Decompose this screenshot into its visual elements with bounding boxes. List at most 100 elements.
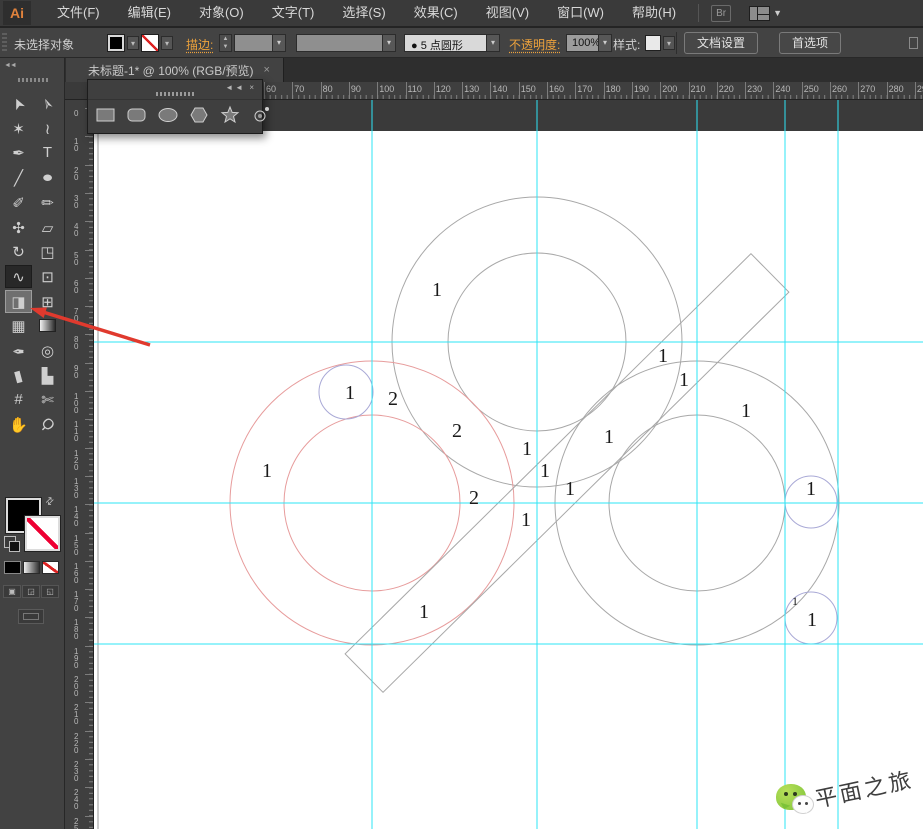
style-label: 样式: — [613, 38, 641, 52]
screen-mode-button[interactable] — [18, 609, 44, 624]
opacity-select[interactable]: 100% ▾ — [566, 34, 612, 52]
chevron-down-icon[interactable]: ▾ — [598, 35, 611, 51]
width-tool[interactable]: ∿ — [5, 265, 32, 288]
brush-select[interactable]: ● 5 点圆形 ▾ — [404, 34, 500, 52]
chevron-down-icon[interactable]: ▾ — [486, 35, 499, 51]
blend-tool[interactable]: ◎ — [34, 339, 61, 362]
blob-brush-tool[interactable]: ✣ — [5, 216, 32, 239]
line-segment-tool[interactable]: ╱ — [5, 166, 32, 189]
pen-tool[interactable]: ✒ — [5, 141, 32, 164]
chevron-down-icon[interactable]: ▾ — [272, 35, 285, 51]
style-swatch[interactable] — [645, 35, 661, 51]
ruler-tick — [264, 82, 265, 99]
shape-builder-tool[interactable]: ◨ — [5, 290, 32, 313]
draw-inside-button[interactable]: ◱ — [41, 585, 59, 598]
panel-drag-handle[interactable] — [156, 92, 194, 96]
flare-tool[interactable] — [250, 105, 272, 125]
menu-item-3[interactable]: 文字(T) — [258, 0, 329, 26]
selection-status: 未选择对象 — [14, 38, 75, 52]
polygon-tool[interactable] — [188, 105, 210, 125]
artboard-canvas[interactable]: 111122111121111111 — [94, 100, 923, 829]
magic-wand-tool[interactable]: ✶ — [5, 117, 32, 140]
ruler-tick — [773, 82, 775, 99]
toolbar-drag-handle[interactable] — [18, 78, 48, 82]
menu-item-1[interactable]: 编辑(E) — [114, 0, 185, 26]
menu-item-4[interactable]: 选择(S) — [328, 0, 399, 26]
ruler-label: 1 5 0 — [74, 533, 79, 557]
none-button[interactable] — [42, 561, 59, 574]
menu-item-6[interactable]: 视图(V) — [472, 0, 543, 26]
fill-dropdown-arrow[interactable]: ▾ — [127, 36, 139, 50]
rounded-rectangle-tool[interactable] — [126, 105, 148, 125]
slice-tool[interactable]: ✄ — [34, 388, 61, 411]
mesh-tool[interactable]: ▦ — [5, 314, 32, 337]
paintbrush-tool[interactable]: ✐ — [5, 191, 32, 214]
type-tool[interactable]: T — [34, 141, 61, 164]
document-setup-button[interactable]: 文档设置 — [684, 32, 759, 54]
rotate-tool[interactable]: ↻ — [5, 240, 32, 263]
stroke-color-swatch[interactable] — [141, 34, 159, 52]
panel-toggle-icon[interactable] — [909, 37, 918, 49]
ellipse-tool[interactable] — [157, 105, 179, 125]
ruler-tick — [547, 82, 548, 99]
gradient-tool[interactable] — [34, 314, 61, 337]
pencil-tool[interactable]: ✏ — [34, 191, 61, 214]
stroke-weight-select[interactable]: ▾ — [234, 34, 286, 52]
ruler-label: 200 — [662, 84, 678, 94]
hand-tool[interactable]: ✋ — [5, 413, 32, 436]
swap-fill-stroke-icon[interactable]: ⇄ — [43, 495, 57, 509]
ruler-tick — [85, 758, 93, 760]
lasso-tool[interactable]: ≀ — [34, 117, 61, 140]
column-graph-tool[interactable]: ▙ — [34, 364, 61, 387]
width-profile-select[interactable]: ▾ — [296, 34, 396, 52]
canvas-drawing[interactable]: 111122 1111211111 11 — [94, 100, 923, 829]
menu-item-8[interactable]: 帮助(H) — [618, 0, 690, 26]
ruler-tick — [85, 221, 93, 223]
preferences-button[interactable]: 首选项 — [779, 32, 842, 54]
menu-item-5[interactable]: 效果(C) — [400, 0, 472, 26]
ellipse-tool[interactable]: ● — [34, 166, 61, 189]
ruler-tick — [433, 82, 435, 99]
color-button[interactable] — [4, 561, 21, 574]
stroke-link[interactable]: 描边: — [186, 36, 213, 53]
default-fill-stroke-icon[interactable] — [4, 536, 20, 552]
shape-count-label-1: 1 — [658, 345, 668, 367]
menu-item-7[interactable]: 窗口(W) — [543, 0, 618, 26]
stroke-dropdown-arrow[interactable]: ▾ — [161, 36, 173, 50]
style-dropdown-arrow[interactable]: ▾ — [663, 36, 675, 50]
collapse-panel-icon[interactable]: ◄◄ — [225, 83, 245, 92]
stroke-weight-stepper[interactable]: ▲ ▼ — [219, 34, 232, 52]
panel-grip[interactable] — [2, 33, 7, 53]
chevron-down-icon[interactable]: ▾ — [382, 35, 395, 51]
draw-behind-button[interactable]: ◲ — [22, 585, 40, 598]
menu-item-0[interactable]: 文件(F) — [43, 0, 114, 26]
star-tool[interactable] — [219, 105, 241, 125]
workspace-switcher[interactable]: ▼ — [749, 5, 782, 21]
shape-panel-header[interactable]: ◄◄ × — [88, 80, 262, 100]
perspective-grid-tool[interactable]: ⊞ — [34, 290, 61, 313]
selection-tool[interactable]: ➤ — [5, 92, 32, 115]
rectangle-tool[interactable] — [95, 105, 117, 125]
bridge-button[interactable]: Br — [711, 4, 732, 22]
free-transform-tool[interactable]: ⊡ — [34, 265, 61, 288]
eraser-tool[interactable]: ▱ — [34, 216, 61, 239]
opacity-link[interactable]: 不透明度: — [509, 36, 560, 53]
close-tab-icon[interactable]: × — [264, 64, 270, 76]
symbol-sprayer-tool[interactable]: ▮ — [5, 364, 32, 387]
scale-tool[interactable]: ◳ — [34, 240, 61, 263]
menu-item-2[interactable]: 对象(O) — [185, 0, 258, 26]
ruler-label: 160 — [549, 84, 565, 94]
draw-normal-button[interactable]: ▣ — [3, 585, 21, 598]
collapse-panel-icon[interactable]: ◄◄ — [4, 62, 17, 69]
eyedropper-tool[interactable]: ✒ — [5, 339, 32, 362]
direct-selection-tool[interactable]: ➢ — [34, 92, 61, 115]
artboard-tool[interactable]: # — [5, 388, 32, 411]
close-panel-icon[interactable]: × — [249, 83, 256, 92]
vertical-ruler[interactable]: 0 1 0 2 0 3 0 4 0 5 0 6 0 7 0 8 0 9 0 1 0 0 1 1 0 1 … — [65, 100, 94, 829]
fill-color-swatch[interactable] — [107, 34, 125, 52]
toolbar-stroke-swatch[interactable] — [24, 515, 61, 552]
gradient-button[interactable] — [23, 561, 40, 574]
rotated-rectangle[interactable] — [344, 252, 790, 694]
ruler-label: 140 — [492, 84, 508, 94]
zoom-tool[interactable]: Ϙ — [34, 413, 61, 436]
